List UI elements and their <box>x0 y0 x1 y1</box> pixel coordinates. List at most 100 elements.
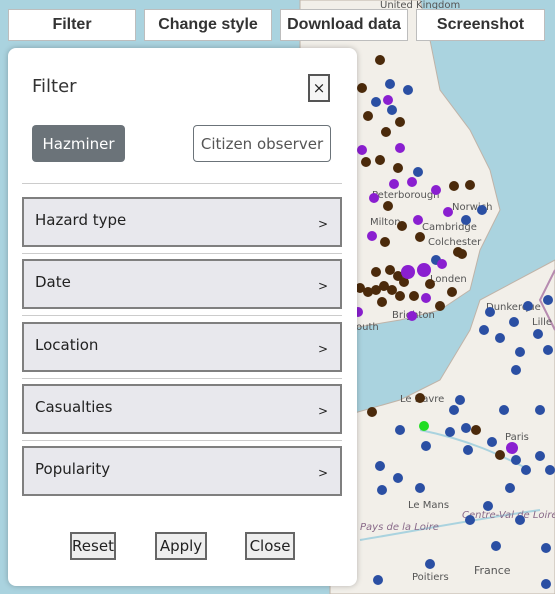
map-marker <box>380 237 390 247</box>
map-marker <box>367 407 377 417</box>
map-marker <box>383 201 393 211</box>
section-label: Date <box>35 273 71 291</box>
map-label: Peterborough <box>372 190 440 201</box>
panel-title: Filter <box>32 76 77 97</box>
map-marker <box>437 259 447 269</box>
divider <box>22 315 342 316</box>
map-marker <box>543 295 553 305</box>
map-marker <box>415 483 425 493</box>
apply-button[interactable]: Apply <box>155 532 207 560</box>
map-label: France <box>474 564 511 577</box>
section-casualties[interactable]: Casualties > <box>22 384 342 434</box>
map-marker <box>387 285 397 295</box>
map-marker <box>407 177 417 187</box>
divider <box>22 440 342 441</box>
map-marker <box>511 365 521 375</box>
map-marker <box>515 347 525 357</box>
close-button[interactable]: Close <box>245 532 295 560</box>
map-marker <box>381 127 391 137</box>
map-marker <box>495 450 505 460</box>
source-citizen-observer-button[interactable]: Citizen observer <box>193 125 331 162</box>
source-hazminer-button[interactable]: Hazminer <box>32 125 125 162</box>
map-marker <box>471 425 481 435</box>
map-marker <box>385 265 395 275</box>
map-marker <box>407 311 417 321</box>
section-popularity[interactable]: Popularity > <box>22 446 342 496</box>
map-marker <box>479 325 489 335</box>
map-label: Londen <box>430 274 467 285</box>
map-marker <box>415 393 425 403</box>
map-marker <box>515 515 525 525</box>
map-marker <box>449 405 459 415</box>
map-marker <box>393 163 403 173</box>
map-marker-new <box>419 421 429 431</box>
map-marker <box>421 441 431 451</box>
map-marker <box>393 473 403 483</box>
map-marker <box>521 465 531 475</box>
map-label: Poitiers <box>412 572 449 583</box>
map-marker <box>535 405 545 415</box>
map-marker <box>495 333 505 343</box>
map-marker <box>449 181 459 191</box>
map-marker <box>373 575 383 585</box>
map-marker <box>375 55 385 65</box>
map-marker <box>413 167 423 177</box>
map-marker <box>541 543 551 553</box>
section-label: Popularity <box>35 460 111 478</box>
map-marker <box>485 307 495 317</box>
filter-panel: Filter × Hazminer Citizen observer Hazar… <box>8 48 357 586</box>
chevron-right-icon: > <box>317 404 328 418</box>
map-marker <box>387 105 397 115</box>
map-marker <box>506 442 518 454</box>
map-marker <box>541 579 551 589</box>
map-marker <box>463 445 473 455</box>
map-label: outh <box>356 322 379 333</box>
map-marker <box>447 287 457 297</box>
map-marker <box>533 329 543 339</box>
section-location[interactable]: Location > <box>22 322 342 372</box>
chevron-right-icon: > <box>317 466 328 480</box>
map-marker <box>389 179 399 189</box>
map-marker <box>511 455 521 465</box>
section-hazard-type[interactable]: Hazard type > <box>22 197 342 247</box>
map-marker <box>413 215 423 225</box>
divider <box>22 253 342 254</box>
map-marker <box>461 423 471 433</box>
reset-button[interactable]: Reset <box>70 532 116 560</box>
map-marker <box>425 559 435 569</box>
close-icon[interactable]: × <box>308 74 330 102</box>
section-label: Casualties <box>35 398 113 416</box>
map-marker <box>369 193 379 203</box>
screenshot-button[interactable]: Screenshot <box>416 9 545 41</box>
map-marker <box>465 180 475 190</box>
map-marker <box>415 232 425 242</box>
map-marker <box>395 425 405 435</box>
map-marker <box>395 143 405 153</box>
map-marker <box>461 215 471 225</box>
map-label: Centre-Val de Loire <box>462 510 555 521</box>
section-label: Hazard type <box>35 211 127 229</box>
map-marker <box>457 249 467 259</box>
map-marker <box>371 267 381 277</box>
map-marker <box>499 405 509 415</box>
change-style-button[interactable]: Change style <box>144 9 272 41</box>
map-marker <box>395 117 405 127</box>
map-marker <box>385 79 395 89</box>
map-marker <box>491 541 501 551</box>
divider <box>22 183 342 184</box>
map-label: Paris <box>505 432 529 443</box>
map-label: Lille <box>532 317 552 328</box>
section-date[interactable]: Date > <box>22 259 342 309</box>
download-data-button[interactable]: Download data <box>280 9 408 41</box>
map-marker <box>477 205 487 215</box>
map-marker <box>377 297 387 307</box>
map-marker <box>371 97 381 107</box>
map-marker <box>375 155 385 165</box>
map-marker <box>417 263 431 277</box>
map-marker <box>361 157 371 167</box>
map-marker <box>535 451 545 461</box>
chevron-right-icon: > <box>317 342 328 356</box>
map-marker <box>383 95 393 105</box>
filter-button[interactable]: Filter <box>8 9 136 41</box>
map-marker <box>443 207 453 217</box>
